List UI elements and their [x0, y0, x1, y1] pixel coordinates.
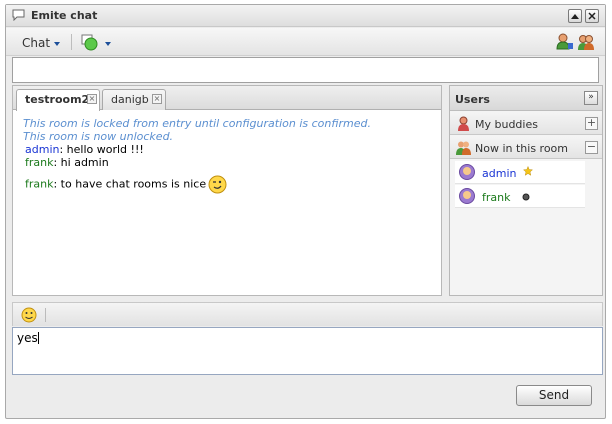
chat-message: frank: to have chat rooms is nice	[23, 175, 433, 194]
status-message-input[interactable]	[12, 57, 599, 83]
user-row-admin[interactable]: admin	[455, 161, 585, 184]
tab-label: danigb	[111, 93, 149, 106]
chat-message: frank: hi admin	[23, 156, 433, 169]
expand-group-button[interactable]: +	[585, 117, 598, 130]
message-text: : to have chat rooms is nice	[53, 177, 207, 191]
close-icon	[588, 12, 596, 20]
compose-text: yes	[17, 331, 38, 345]
close-icon[interactable]: ×	[87, 94, 97, 104]
chevron-up-icon	[571, 14, 579, 19]
chat-bubble-icon	[12, 9, 25, 21]
message-compose-input[interactable]: yes	[12, 327, 603, 375]
close-icon[interactable]: ×	[152, 94, 162, 104]
title-bar: Emite chat	[6, 5, 605, 27]
collapse-panel-button[interactable]: »	[584, 91, 598, 105]
emoticon-divider	[45, 308, 46, 322]
message-nick: frank	[25, 177, 54, 191]
info-message: This room is locked from entry until con…	[23, 117, 371, 130]
message-nick: admin	[25, 143, 60, 156]
chat-menu-button[interactable]: Chat	[22, 36, 50, 50]
presence-dot-icon	[522, 193, 530, 201]
user-row-frank[interactable]: frank	[455, 185, 585, 208]
wink-smiley-icon	[208, 175, 227, 194]
send-button[interactable]: Send	[516, 385, 592, 406]
group-label: Now in this room	[475, 142, 569, 155]
emoticon-bar	[12, 302, 603, 326]
room-occupants-icon	[456, 141, 471, 155]
chat-window: Emite chat Chat testroom2 × danigb × Thi…	[5, 4, 606, 419]
tab-danigb[interactable]: danigb ×	[102, 89, 166, 110]
status-dropdown-icon[interactable]	[105, 42, 111, 46]
window-title: Emite chat	[31, 9, 98, 22]
buddy-icon	[458, 116, 469, 131]
group-my-buddies[interactable]: My buddies +	[450, 113, 602, 135]
group-now-in-room[interactable]: Now in this room −	[450, 137, 602, 159]
avatar	[459, 164, 475, 180]
tab-testroom2[interactable]: testroom2 ×	[16, 89, 100, 111]
message-text: : hi admin	[53, 156, 109, 169]
collapse-group-button[interactable]: −	[585, 141, 598, 154]
close-button[interactable]	[585, 9, 599, 23]
user-name: frank	[482, 191, 511, 204]
text-caret	[37, 332, 39, 344]
chat-message: admin: hello world !!!	[23, 143, 433, 156]
star-icon	[523, 166, 533, 176]
toolbar-divider	[71, 34, 72, 50]
tab-label: testroom2	[25, 93, 90, 106]
users-header: Users »	[450, 86, 602, 111]
group-label: My buddies	[475, 118, 538, 131]
users-panel: Users » My buddies + Now in this room −	[449, 85, 603, 296]
smiley-icon[interactable]	[21, 307, 37, 323]
room-tabs: testroom2 × danigb ×	[13, 86, 441, 111]
avatar	[459, 188, 475, 204]
users-title: Users	[455, 93, 490, 106]
status-available-icon[interactable]	[81, 33, 99, 51]
minimize-button[interactable]	[568, 9, 582, 23]
room-panel: testroom2 × danigb × This room is locked…	[12, 85, 442, 296]
info-message: This room is now unlocked.	[23, 130, 174, 143]
user-name: admin	[482, 167, 517, 180]
chevron-down-icon[interactable]	[54, 42, 60, 46]
message-nick: frank	[25, 156, 54, 169]
add-buddy-icon[interactable]	[556, 33, 574, 51]
toolbar: Chat	[6, 28, 605, 56]
message-list: This room is locked from entry until con…	[23, 117, 433, 194]
join-room-icon[interactable]	[577, 33, 595, 51]
message-text: : hello world !!!	[59, 143, 144, 156]
